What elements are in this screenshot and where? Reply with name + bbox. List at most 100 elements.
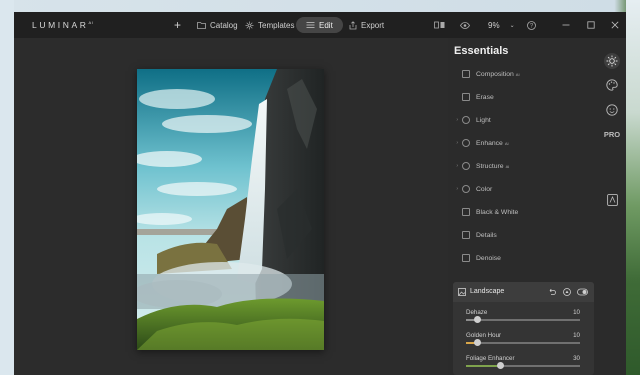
slider-track[interactable] — [466, 339, 580, 346]
chevron-right-icon: › — [456, 186, 458, 192]
maximize-button[interactable] — [587, 17, 595, 33]
structure-icon — [462, 162, 470, 170]
desktop-left-strip — [0, 0, 14, 375]
templates-icon — [245, 21, 254, 29]
landscape-tool-card: Landscape Dehaze 10 Golden Hour 10 Folia… — [453, 282, 594, 375]
tool-label: Enhance — [476, 139, 503, 147]
compare-icon — [434, 21, 445, 29]
edit-label: Edit — [319, 20, 333, 30]
tool-label: Composition — [476, 70, 514, 78]
tool-black-white[interactable]: Black & White — [448, 203, 598, 221]
brand-sup: AI — [88, 20, 94, 25]
maximize-icon — [587, 21, 595, 29]
landscape-title: Landscape — [470, 288, 505, 295]
pro-category-button[interactable]: PRO — [603, 127, 621, 141]
preset-icon[interactable] — [563, 288, 571, 296]
brand-logo: LUMINARAI — [32, 20, 93, 30]
close-icon — [611, 21, 619, 29]
tool-denoise[interactable]: Denoise — [448, 249, 598, 267]
pro-label: PRO — [603, 129, 621, 139]
compare-button[interactable] — [434, 17, 445, 33]
palette-icon — [606, 79, 618, 91]
ai-badge: AI — [505, 163, 510, 169]
templates-label: Templates — [258, 20, 295, 30]
svg-text:?: ? — [530, 23, 534, 29]
slider-label: Golden Hour — [466, 332, 502, 339]
tool-label: Denoise — [476, 254, 501, 262]
color-icon — [462, 185, 470, 193]
slider-track[interactable] — [466, 362, 580, 369]
folder-icon — [197, 22, 206, 29]
local-masking-button[interactable] — [605, 193, 619, 207]
slider-thumb[interactable] — [473, 316, 481, 323]
close-button[interactable] — [611, 17, 619, 33]
face-icon — [606, 104, 618, 116]
waterfall-photo — [137, 69, 324, 350]
black-white-icon — [462, 208, 470, 216]
slider-golden-hour: Golden Hour 10 — [466, 332, 586, 350]
preview-button[interactable] — [460, 17, 470, 33]
slider-label: Dehaze — [466, 309, 488, 316]
zoom-value: 9% — [488, 20, 500, 30]
portrait-category-button[interactable] — [605, 103, 619, 117]
essentials-panel: Essentials Composition AI Erase › Light ›… — [448, 38, 598, 375]
tool-structure[interactable]: › Structure AI — [448, 157, 598, 175]
help-button[interactable]: ? — [527, 17, 536, 33]
export-label: Export — [361, 20, 385, 30]
chevron-down-icon: ⌄ — [509, 22, 515, 29]
brand-name: LUMINAR — [32, 20, 89, 30]
details-icon — [462, 231, 470, 239]
tool-details[interactable]: Details — [448, 226, 598, 244]
catalog-label: Catalog — [210, 20, 238, 30]
add-photos-button[interactable]: + — [174, 17, 181, 33]
landscape-icon — [458, 288, 466, 296]
erase-icon — [462, 93, 470, 101]
essentials-category-button[interactable] — [604, 53, 620, 69]
slider-thumb[interactable] — [496, 362, 504, 369]
tool-label: Details — [476, 231, 497, 239]
slider-label: Foliage Enhancer — [466, 355, 515, 362]
toggle-visibility-icon[interactable] — [577, 288, 588, 296]
tool-erase[interactable]: Erase — [448, 88, 598, 106]
eye-icon — [460, 21, 470, 29]
crop-icon — [462, 70, 470, 78]
tool-label: Color — [476, 185, 493, 193]
help-icon: ? — [527, 20, 536, 30]
tool-enhance[interactable]: › Enhance AI — [448, 134, 598, 152]
edit-tab[interactable]: Edit — [296, 17, 343, 33]
title-bar: LUMINARAI + Catalog Templates Edit Expor… — [14, 12, 626, 38]
image-canvas[interactable] — [14, 38, 448, 375]
tool-composition[interactable]: Composition AI — [448, 65, 598, 83]
tool-label: Light — [476, 116, 491, 124]
panel-title: Essentials — [454, 45, 509, 57]
photo-preview[interactable] — [137, 69, 324, 350]
tool-category-rail: PRO — [598, 38, 626, 375]
zoom-dropdown[interactable]: 9% ⌄ — [488, 17, 515, 33]
tool-color[interactable]: › Color — [448, 180, 598, 198]
minimize-button[interactable] — [562, 17, 570, 33]
denoise-icon — [462, 254, 470, 262]
landscape-header[interactable]: Landscape — [453, 282, 594, 302]
plus-icon: + — [174, 18, 182, 32]
export-icon — [349, 20, 357, 29]
catalog-button[interactable]: Catalog — [197, 17, 238, 33]
chevron-right-icon: › — [456, 117, 458, 123]
slider-track[interactable] — [466, 316, 580, 323]
desktop-right-strip — [626, 0, 640, 375]
slider-thumb[interactable] — [473, 339, 481, 346]
creative-category-button[interactable] — [605, 78, 619, 92]
layers-icon — [606, 194, 618, 206]
ai-badge: AI — [504, 140, 509, 146]
tool-light[interactable]: › Light — [448, 111, 598, 129]
tool-label: Erase — [476, 93, 494, 101]
export-button[interactable]: Export — [349, 17, 384, 33]
templates-button[interactable]: Templates — [245, 17, 294, 33]
ai-badge: AI — [515, 71, 520, 77]
undo-icon[interactable] — [548, 288, 556, 296]
app-window: LUMINARAI + Catalog Templates Edit Expor… — [14, 12, 626, 375]
minimize-icon — [562, 24, 570, 26]
tool-label: Structure — [476, 162, 504, 170]
chevron-right-icon: › — [456, 140, 458, 146]
slider-dehaze: Dehaze 10 — [466, 309, 586, 327]
chevron-right-icon: › — [456, 163, 458, 169]
